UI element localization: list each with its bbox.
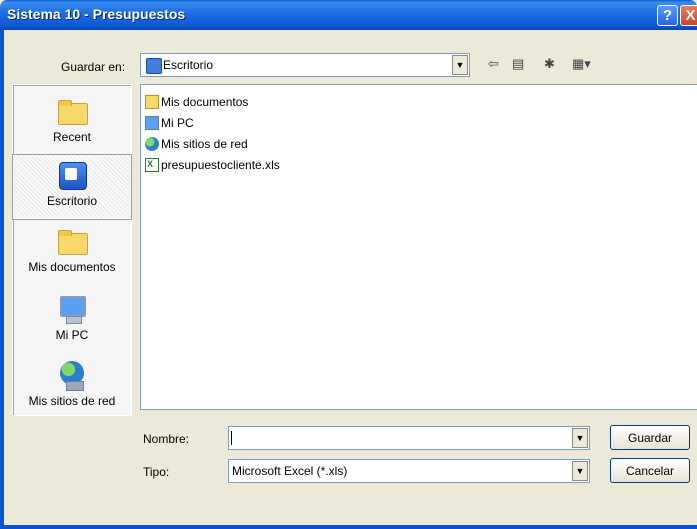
window-frame-left [0, 30, 4, 529]
window-frame-bottom [0, 525, 697, 529]
network-places-icon [145, 137, 159, 151]
chevron-down-icon[interactable]: ▼ [572, 461, 588, 481]
file-name: Mi PC [161, 116, 194, 130]
list-item[interactable]: Mis documentos [145, 93, 248, 111]
view-menu-icon[interactable]: ▦▾ [572, 56, 591, 72]
place-my-documents[interactable]: Mis documentos [13, 225, 131, 281]
my-computer-icon [56, 293, 88, 325]
place-network[interactable]: Mis sitios de red [13, 359, 131, 415]
my-documents-icon [56, 225, 88, 257]
file-name-input[interactable]: ▼ [228, 426, 590, 450]
chevron-down-icon[interactable]: ▼ [452, 55, 468, 75]
help-button[interactable]: ? [657, 5, 678, 26]
place-label: Mis sitios de red [28, 394, 116, 408]
window-title: Sistema 10 - Presupuestos [7, 6, 186, 22]
cancel-button[interactable]: Cancelar [610, 458, 690, 483]
new-folder-icon[interactable]: ✱ [544, 56, 555, 72]
file-type-label: Tipo: [143, 465, 170, 479]
file-name: presupuestocliente.xls [161, 158, 280, 172]
file-type-select[interactable]: Microsoft Excel (*.xls) ▼ [228, 459, 590, 483]
place-recent[interactable]: Recent [13, 95, 131, 151]
file-type-value: Microsoft Excel (*.xls) [232, 464, 348, 478]
list-item[interactable]: presupuestocliente.xls [145, 156, 280, 174]
places-bar: Recent Escritorio Mis documentos Mi PC M… [12, 84, 132, 416]
place-label: Mis documentos [28, 260, 116, 274]
chevron-down-icon[interactable]: ▼ [572, 428, 588, 448]
title-bar: Sistema 10 - Presupuestos ? X [0, 0, 697, 30]
save-button[interactable]: Guardar [610, 425, 690, 450]
save-in-combo[interactable]: Escritorio ▼ [140, 53, 470, 77]
close-button[interactable]: X [680, 5, 697, 26]
back-arrow-icon[interactable]: ⇦ [488, 56, 499, 72]
desktop-icon [56, 159, 88, 191]
text-caret [231, 431, 232, 445]
my-computer-icon [145, 116, 159, 130]
file-name-label: Nombre: [143, 432, 190, 446]
place-desktop[interactable]: Escritorio [12, 154, 132, 220]
place-label: Escritorio [46, 194, 97, 208]
excel-file-icon [145, 158, 159, 172]
place-label: Mi PC [55, 328, 89, 342]
save-in-label: Guardar en: [61, 60, 126, 74]
network-places-icon [56, 359, 88, 391]
up-folder-icon[interactable]: ▤ [512, 56, 524, 72]
list-item[interactable]: Mi PC [145, 114, 194, 132]
my-documents-icon [145, 95, 159, 109]
file-name: Mis documentos [161, 95, 249, 109]
place-label: Recent [52, 130, 92, 144]
desktop-icon [146, 58, 162, 74]
place-my-computer[interactable]: Mi PC [13, 293, 131, 349]
recent-folder-icon [56, 95, 88, 127]
list-item[interactable]: Mis sitios de red [145, 135, 248, 153]
file-name: Mis sitios de red [161, 137, 248, 151]
file-list[interactable]: Mis documentos Mi PC Mis sitios de red p… [140, 84, 697, 410]
save-in-value: Escritorio [163, 58, 214, 72]
